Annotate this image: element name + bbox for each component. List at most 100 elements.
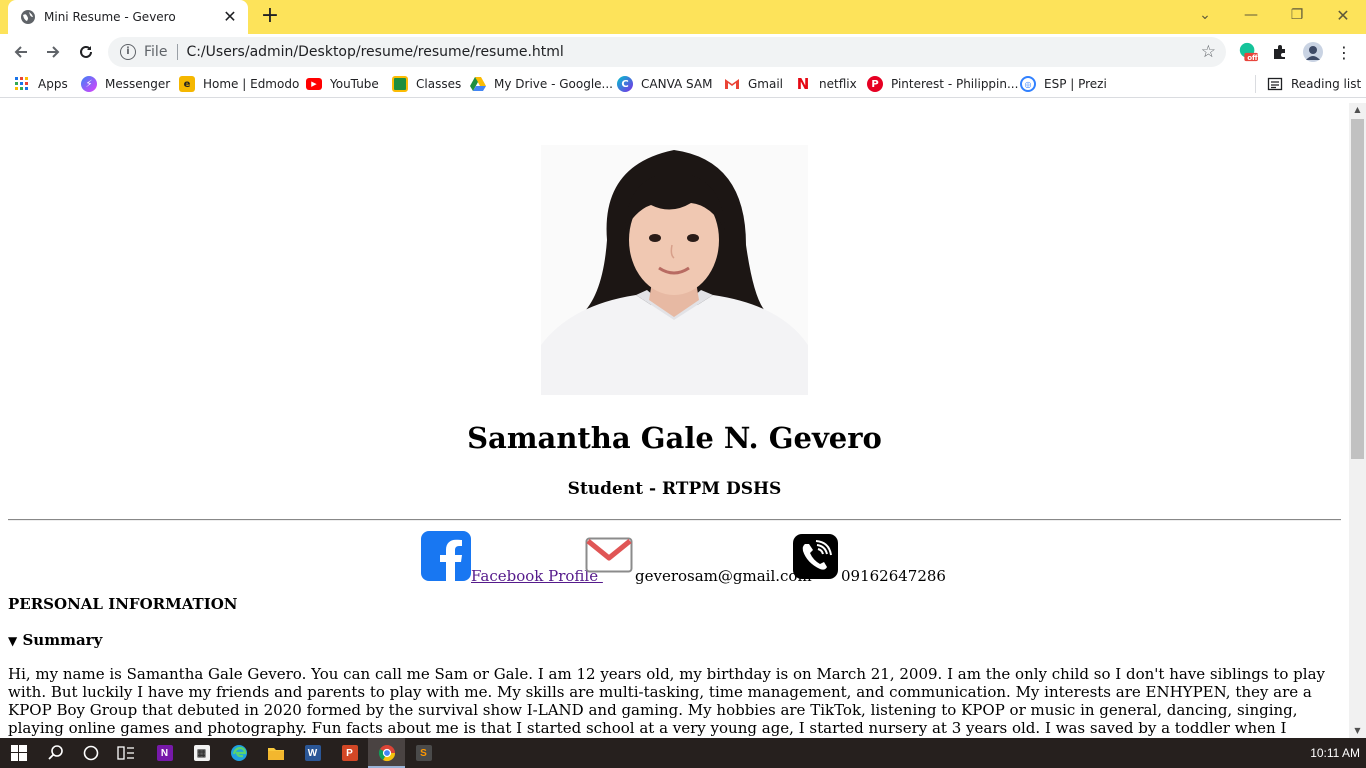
back-button[interactable] xyxy=(8,39,34,65)
facebook-profile-link[interactable]: Facebook Profile xyxy=(471,567,603,585)
chrome-icon[interactable] xyxy=(368,738,405,768)
bookmark-label: Pinterest - Philippin... xyxy=(891,77,1019,91)
extensions-puzzle-icon[interactable] xyxy=(1270,42,1290,62)
bookmark-label: Apps xyxy=(38,77,68,91)
horizontal-rule xyxy=(8,519,1341,521)
classroom-icon xyxy=(392,76,408,92)
edge-icon[interactable] xyxy=(220,738,257,768)
taskbar-clock[interactable]: 10:11 AM xyxy=(1310,738,1360,768)
reload-icon xyxy=(80,45,92,58)
vertical-scrollbar[interactable]: ▲ ▼ xyxy=(1349,103,1366,738)
powerpoint-icon[interactable]: P xyxy=(331,738,368,768)
tab-title: Mini Resume - Gevero xyxy=(44,10,176,24)
new-tab-button[interactable]: + xyxy=(258,5,282,29)
bookmark-label: My Drive - Google... xyxy=(494,77,613,91)
prezi-icon: ◎ xyxy=(1020,76,1036,92)
reload-button[interactable] xyxy=(73,39,99,65)
kebab-menu-icon[interactable]: ⋮ xyxy=(1334,42,1354,62)
email-address: geverosam@gmail.com xyxy=(635,567,812,585)
bookmark-prezi[interactable]: ◎ ESP | Prezi xyxy=(1020,75,1107,93)
bookmark-messenger[interactable]: ⚡ Messenger xyxy=(81,75,170,93)
close-tab-icon[interactable]: ✕ xyxy=(222,9,238,25)
reading-list-icon xyxy=(1267,77,1283,91)
bookmark-label: ESP | Prezi xyxy=(1044,77,1107,91)
scroll-down-icon[interactable]: ▼ xyxy=(1349,724,1366,738)
info-icon[interactable]: i xyxy=(120,44,136,60)
browser-toolbar: i File C:/Users/admin/Desktop/resume/res… xyxy=(0,34,1366,70)
bookmark-label: Gmail xyxy=(748,77,784,91)
resume-name: Samantha Gale N. Gevero xyxy=(467,421,882,455)
phone-number: 09162647286 xyxy=(841,567,946,585)
minimize-button[interactable]: — xyxy=(1228,0,1274,30)
bookmark-pinterest[interactable]: P Pinterest - Philippin... xyxy=(867,75,1018,93)
word-icon[interactable]: W xyxy=(294,738,331,768)
bookmark-apps[interactable]: Apps xyxy=(14,75,68,93)
globe-icon xyxy=(21,10,35,24)
disclosure-triangle-icon: ▼ xyxy=(8,634,18,648)
bookmark-star-icon[interactable]: ☆ xyxy=(1201,42,1216,62)
restore-button[interactable]: ❐ xyxy=(1274,0,1320,30)
onenote-icon[interactable]: N xyxy=(146,738,183,768)
file-scheme-label: File xyxy=(144,44,179,60)
mail-icon xyxy=(585,537,633,573)
summary-text: Hi, my name is Samantha Gale Gevero. You… xyxy=(8,665,1325,738)
sublime-text-icon[interactable]: S xyxy=(405,738,442,768)
section-title: PERSONAL INFORMATION xyxy=(8,595,238,613)
scroll-thumb[interactable] xyxy=(1351,119,1364,459)
summary-label: Summary xyxy=(22,631,103,649)
bookmark-canva[interactable]: C CANVA SAM xyxy=(617,75,712,93)
bookmark-drive[interactable]: My Drive - Google... xyxy=(470,75,613,93)
close-window-button[interactable]: ✕ xyxy=(1320,0,1366,30)
address-bar[interactable]: i File C:/Users/admin/Desktop/resume/res… xyxy=(108,37,1226,67)
search-icon[interactable] xyxy=(37,738,74,768)
bookmark-label: Home | Edmodo xyxy=(203,77,300,91)
bookmark-youtube[interactable]: ▶ YouTube xyxy=(306,75,379,93)
grammarly-extension-icon[interactable]: off xyxy=(1238,42,1258,62)
canva-icon: C xyxy=(617,76,633,92)
drive-icon xyxy=(470,77,486,91)
arrow-right-icon xyxy=(47,46,60,58)
bookmark-classes[interactable]: Classes xyxy=(392,75,461,93)
summary-toggle[interactable]: ▼ Summary xyxy=(8,631,102,649)
gmail-icon xyxy=(725,79,739,89)
tab-search-icon[interactable]: ⌄ xyxy=(1182,0,1228,30)
phone-icon xyxy=(793,534,838,579)
bookmark-label: Classes xyxy=(416,77,462,91)
windows-taskbar: N ▦ W P S 10:11 AM xyxy=(0,738,1366,768)
facebook-icon[interactable] xyxy=(421,531,471,581)
apps-grid-icon xyxy=(15,77,28,90)
contact-row: Facebook Profile geverosam@gmail.com 091… xyxy=(0,531,1349,585)
task-view-icon[interactable] xyxy=(107,738,144,768)
bookmark-divider xyxy=(1255,75,1256,93)
bookmark-gmail[interactable]: Gmail xyxy=(724,75,783,93)
store-icon[interactable]: ▦ xyxy=(183,738,220,768)
profile-avatar[interactable] xyxy=(1303,42,1323,62)
windows-start-icon[interactable] xyxy=(0,738,37,768)
bookmark-label: netflix xyxy=(819,77,857,91)
profile-photo xyxy=(541,145,808,395)
bookmark-netflix[interactable]: N netflix xyxy=(795,75,857,93)
bookmark-label: CANVA SAM xyxy=(641,77,713,91)
resume-subtitle: Student - RTPM DSHS xyxy=(567,479,782,499)
bookmark-label: YouTube xyxy=(330,77,379,91)
scroll-up-icon[interactable]: ▲ xyxy=(1349,103,1366,117)
pinterest-icon: P xyxy=(867,76,883,92)
title-bar: Mini Resume - Gevero ✕ + ⌄ — ❐ ✕ xyxy=(0,0,1366,34)
netflix-icon: N xyxy=(796,75,810,93)
youtube-icon: ▶ xyxy=(306,78,322,90)
forward-button[interactable] xyxy=(40,39,66,65)
extension-badge: off xyxy=(1247,54,1258,62)
file-explorer-icon[interactable] xyxy=(257,738,294,768)
reading-list-button[interactable]: Reading list xyxy=(1267,75,1361,93)
cortana-icon[interactable] xyxy=(72,738,109,768)
bookmark-label: Messenger xyxy=(105,77,171,91)
page-viewport: Samantha Gale N. Gevero Student - RTPM D… xyxy=(0,103,1349,738)
bookmark-edmodo[interactable]: e Home | Edmodo xyxy=(179,75,299,93)
messenger-icon: ⚡ xyxy=(81,76,97,92)
bookmarks-bar: Apps ⚡ Messenger e Home | Edmodo ▶ YouTu… xyxy=(0,70,1366,98)
url-text[interactable]: C:/Users/admin/Desktop/resume/resume/res… xyxy=(186,44,563,60)
arrow-left-icon xyxy=(14,46,27,58)
browser-tab[interactable]: Mini Resume - Gevero ✕ xyxy=(8,0,248,34)
reading-list-label: Reading list xyxy=(1291,77,1362,91)
edmodo-icon: e xyxy=(179,76,195,92)
